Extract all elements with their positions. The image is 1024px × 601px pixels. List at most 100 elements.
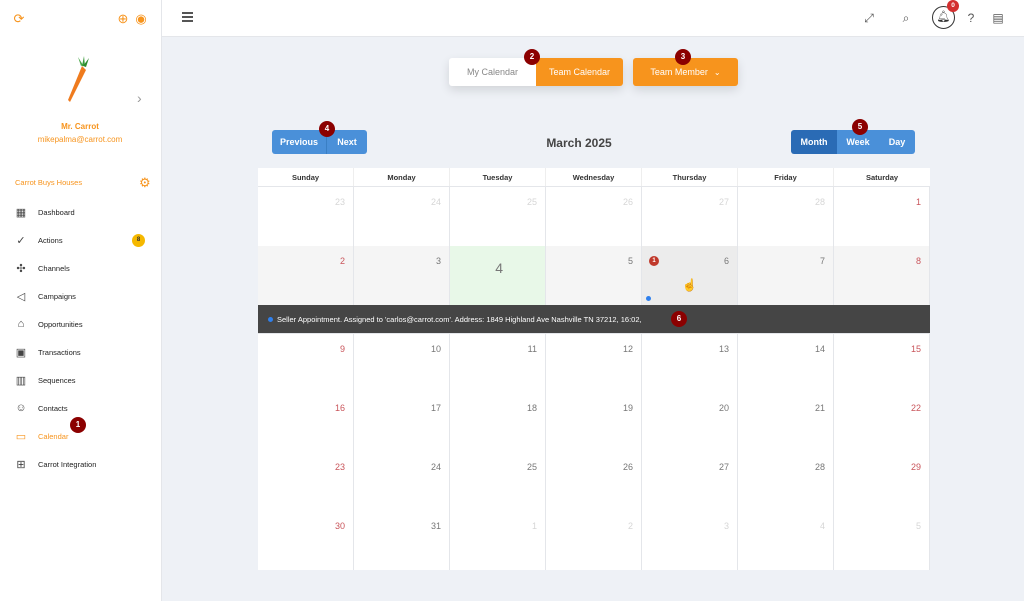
sidebar-item-label: Opportunities: [38, 319, 83, 329]
week-row: 16 17 18 19 20 21 22: [258, 393, 930, 452]
day-cell[interactable]: 15: [834, 334, 930, 393]
today-cell[interactable]: 4: [450, 246, 546, 305]
day-cell[interactable]: 21: [738, 393, 834, 452]
day-number: 15: [910, 344, 921, 354]
megaphone-icon: ◁: [16, 290, 26, 303]
day-cell[interactable]: 25: [450, 187, 546, 246]
fullscreen-icon[interactable]: ⤢: [862, 11, 876, 25]
day-number: 28: [814, 462, 825, 472]
day-cell[interactable]: 11: [450, 334, 546, 393]
sidebar-item-transactions[interactable]: ▣ Transactions: [0, 338, 160, 366]
day-cell[interactable]: 14: [738, 334, 834, 393]
day-cell[interactable]: 28: [738, 452, 834, 511]
sync-icon[interactable]: ⟳: [12, 12, 26, 26]
day-number: 28: [814, 197, 825, 207]
hand-cursor-icon: ☝: [682, 278, 697, 292]
day-cell[interactable]: 16: [258, 393, 354, 452]
sidebar-item-label: Actions: [38, 235, 63, 245]
sidebar-item-opportunities[interactable]: ⌂ Opportunities: [0, 310, 160, 338]
day-cell[interactable]: 22: [834, 393, 930, 452]
sidebar-item-label: Dashboard: [38, 207, 75, 217]
weekday-label: Tuesday: [450, 168, 546, 186]
day-number: 1: [915, 197, 921, 207]
day-number: 25: [526, 462, 537, 472]
day-number: 31: [430, 521, 441, 531]
day-cell[interactable]: 13: [642, 334, 738, 393]
day-cell[interactable]: 5: [546, 246, 642, 305]
day-cell[interactable]: 5: [834, 511, 930, 570]
day-cell[interactable]: 3: [354, 246, 450, 305]
sidebar-item-dashboard[interactable]: ▦ Dashboard: [0, 198, 160, 226]
week-row: 2 3 4 5 1 6 ☝ 7 8: [258, 246, 930, 305]
my-calendar-tab[interactable]: My Calendar: [449, 58, 536, 86]
day-cell[interactable]: 26: [546, 452, 642, 511]
view-switcher: Month Week Day: [791, 130, 915, 154]
day-cell[interactable]: 23: [258, 452, 354, 511]
day-cell[interactable]: 3: [642, 511, 738, 570]
previous-button[interactable]: Previous: [272, 130, 327, 154]
event-dot-icon[interactable]: [646, 296, 651, 301]
sidebar-item-label: Sequences: [38, 375, 76, 385]
org-name: Carrot Buys Houses: [15, 178, 83, 187]
day-number: 11: [527, 344, 537, 354]
day-cell[interactable]: 2: [546, 511, 642, 570]
day-cell[interactable]: 27: [642, 187, 738, 246]
day-number: 6: [723, 256, 729, 266]
day-cell[interactable]: 18: [450, 393, 546, 452]
sidebar-item-actions[interactable]: ✓ Actions 8: [0, 226, 160, 254]
sidebar: ⟳ ⊕ ◉ › Mr. Carrot mikepalma@carrot.com …: [0, 0, 162, 601]
day-cell[interactable]: 24: [354, 187, 450, 246]
help-icon[interactable]: ?: [964, 11, 978, 25]
day-cell[interactable]: 10: [354, 334, 450, 393]
notification-badge: 0: [947, 0, 959, 12]
day-cell[interactable]: 24: [354, 452, 450, 511]
day-cell[interactable]: 25: [450, 452, 546, 511]
day-cell[interactable]: 28: [738, 187, 834, 246]
menu-icon[interactable]: [182, 12, 193, 22]
day-cell[interactable]: 20: [642, 393, 738, 452]
week-row: 9 10 11 12 13 14 15: [258, 334, 930, 393]
gear-icon[interactable]: ⚙: [139, 175, 151, 191]
chevron-right-icon[interactable]: ›: [137, 90, 142, 106]
sidebar-item-sequences[interactable]: ▥ Sequences: [0, 366, 160, 394]
day-cell[interactable]: 12: [546, 334, 642, 393]
weekday-label: Wednesday: [546, 168, 642, 186]
day-cell[interactable]: 8: [834, 246, 930, 305]
user-circle-icon[interactable]: ◉: [134, 12, 148, 26]
sidebar-item-carrot-integration[interactable]: ⊞ Carrot Integration: [0, 450, 160, 478]
day-cell[interactable]: 23: [258, 187, 354, 246]
day-number: 21: [814, 403, 825, 413]
day-number: 8: [915, 256, 921, 266]
day-view-button[interactable]: Day: [879, 130, 915, 154]
day-number: 27: [718, 462, 729, 472]
sidebar-item-label: Calendar: [38, 431, 69, 441]
day-cell[interactable]: 19: [546, 393, 642, 452]
day-number: 4: [819, 521, 825, 531]
day-cell[interactable]: 27: [642, 452, 738, 511]
sidebar-top: ⟳ ⊕ ◉: [12, 12, 149, 28]
sidebar-item-campaigns[interactable]: ◁ Campaigns: [0, 282, 160, 310]
book-icon[interactable]: ▤: [991, 11, 1005, 25]
add-task-icon[interactable]: ⊕: [116, 12, 130, 26]
day-cell[interactable]: 7: [738, 246, 834, 305]
day-cell[interactable]: 17: [354, 393, 450, 452]
day-cell[interactable]: 29: [834, 452, 930, 511]
day-cell[interactable]: 1: [834, 187, 930, 246]
day-cell[interactable]: 2: [258, 246, 354, 305]
house-icon: ⌂: [17, 318, 25, 330]
topbar: ⤢ ⌕ 🔔︎ 0 ? ▤: [162, 0, 1024, 37]
search-icon[interactable]: ⌕: [899, 11, 913, 25]
day-cell[interactable]: 4: [738, 511, 834, 570]
day-cell[interactable]: 1: [450, 511, 546, 570]
event-detail-bar[interactable]: Seller Appointment. Assigned to 'carlos@…: [258, 305, 930, 334]
day-cell[interactable]: 31: [354, 511, 450, 570]
day-number: 4: [495, 260, 503, 276]
month-view-button[interactable]: Month: [791, 130, 837, 154]
puzzle-icon: ✣: [16, 262, 26, 275]
day-cell[interactable]: 1 6 ☝: [642, 246, 738, 305]
sidebar-item-channels[interactable]: ✣ Channels: [0, 254, 160, 282]
team-calendar-tab[interactable]: Team Calendar: [536, 58, 623, 86]
day-cell[interactable]: 30: [258, 511, 354, 570]
day-cell[interactable]: 9: [258, 334, 354, 393]
day-cell[interactable]: 26: [546, 187, 642, 246]
